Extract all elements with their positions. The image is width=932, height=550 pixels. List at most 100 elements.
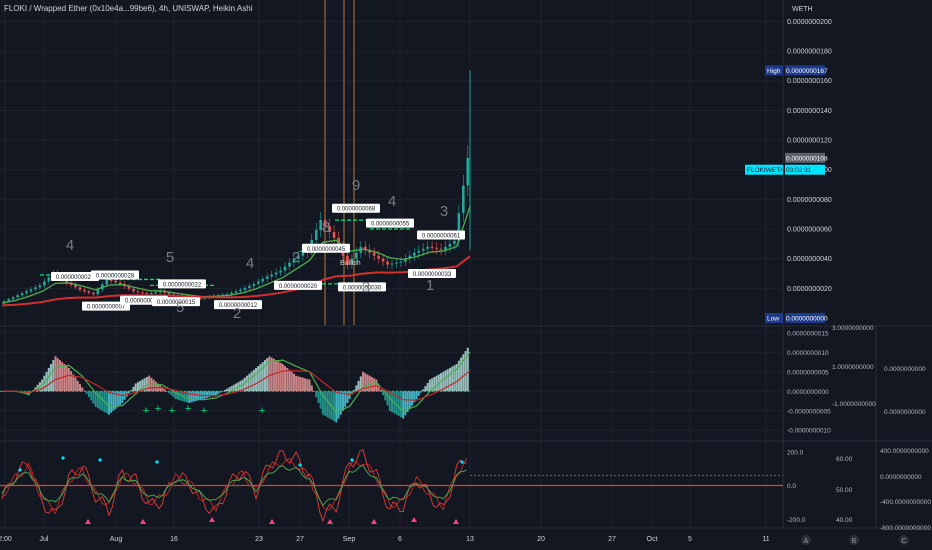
macd-histogram-bar xyxy=(165,391,168,392)
macd-histogram-bar xyxy=(426,382,429,392)
candle-body xyxy=(43,281,46,286)
axis-badge: 0.0000000108 xyxy=(785,152,828,163)
candle-body xyxy=(118,282,122,284)
price-axis-tick: 0.0000000080 xyxy=(787,197,832,204)
macd-histogram-bar xyxy=(85,391,88,394)
osc-cyan-dot xyxy=(98,458,102,462)
candle-body xyxy=(150,293,153,295)
axis-badge: FLOKIWETH 03:02:31 xyxy=(745,164,825,175)
candle-body xyxy=(390,263,394,265)
candle-body xyxy=(421,248,425,251)
candle-body xyxy=(78,287,82,290)
candle-body xyxy=(412,252,416,256)
macd-right-tick: 3.0000000000 xyxy=(832,325,874,332)
candle-body xyxy=(332,231,336,238)
wave-count-label: 4 xyxy=(246,255,254,272)
macd-histogram-bar xyxy=(397,391,400,416)
macd-histogram-bar xyxy=(317,391,320,403)
macd-histogram-bar xyxy=(248,373,251,392)
osc-right-tick: 50.00 xyxy=(836,487,853,494)
axis-badge-label: Low xyxy=(767,316,779,323)
macd-histogram-bar xyxy=(388,391,391,411)
macd-axis-tick: 0.0000000015 xyxy=(787,330,829,337)
wave-count-label: 1 xyxy=(426,277,434,294)
candle-body xyxy=(381,258,385,262)
candle-body xyxy=(270,274,273,277)
osc-cyan-dot xyxy=(155,460,159,464)
macd-histogram-bar xyxy=(92,391,95,404)
macd-cross-marker: + xyxy=(201,405,207,417)
candle-body xyxy=(25,291,28,294)
price-label-text: 0.0000000045 xyxy=(307,247,346,253)
macd-histogram-bar xyxy=(290,371,293,392)
price-label-text: 0.0000000055 xyxy=(371,222,410,228)
candle-body xyxy=(283,266,287,271)
axis-badge-label: FLOKIWETH xyxy=(747,167,785,174)
macd-histogram-bar xyxy=(152,379,155,392)
wave-count-label: 9 xyxy=(352,177,360,194)
macd-histogram-bar xyxy=(355,385,358,392)
macd-axis-tick: 0.0000000010 xyxy=(787,350,829,357)
macd-histogram-bar xyxy=(399,391,402,418)
candle-body xyxy=(256,281,260,284)
candle-body xyxy=(154,292,158,294)
price-label: 0.0000000028 xyxy=(91,270,139,280)
price-label-text: 0.0000000068 xyxy=(337,207,376,213)
macd-histogram-bar xyxy=(306,378,309,392)
macd-histogram-bar xyxy=(433,377,436,392)
candle-body xyxy=(105,279,109,285)
macd-histogram-bar xyxy=(70,371,73,392)
macd-histogram-bar xyxy=(428,379,431,392)
macd-histogram-bar xyxy=(116,391,119,407)
candle-body xyxy=(132,288,135,292)
chart-canvas[interactable]: 0.0000000027 0.00000000280.00000000070.00… xyxy=(0,0,932,550)
wave-count-label: 2 xyxy=(292,249,300,266)
chart-root: 0.0000000027 0.0000000028 0.0000000007 0.00… xyxy=(0,0,932,550)
wave-count-label: 4 xyxy=(388,193,396,210)
macd-histogram-bar xyxy=(417,391,420,396)
candle-body xyxy=(314,230,318,240)
osc-cyan-dot xyxy=(350,458,354,462)
macd-histogram-bar xyxy=(279,362,282,392)
macd-histogram-bar xyxy=(257,365,260,392)
price-label: 0.0000000061 xyxy=(417,230,465,240)
macd-histogram-bar xyxy=(188,391,191,403)
macd-histogram-bar xyxy=(190,391,193,403)
macd-histogram-bar xyxy=(310,385,313,392)
macd-histogram-bar xyxy=(168,391,171,394)
osc-right-tick: 60.00 xyxy=(836,456,853,463)
candle-body xyxy=(243,287,247,290)
time-axis-tick: 2:00 xyxy=(0,536,12,543)
candle-body xyxy=(301,252,305,256)
wave-count-label: 3 xyxy=(440,203,448,220)
macd-histogram-bar xyxy=(132,386,135,392)
macd-histogram-bar xyxy=(154,381,157,392)
macd-histogram-bar xyxy=(422,389,425,392)
macd-histogram-bar xyxy=(333,391,336,422)
macd-cross-marker: + xyxy=(185,403,191,415)
price-label: 0.0000000045 xyxy=(302,243,350,253)
macd-histogram-bar xyxy=(250,371,253,392)
candle-body xyxy=(261,278,265,282)
osc-cyan-dot xyxy=(61,456,65,460)
macd-histogram-bar xyxy=(58,360,61,392)
macd-cross-marker: + xyxy=(259,405,265,417)
macd-histogram-bar xyxy=(219,391,222,393)
candle-body xyxy=(34,287,37,290)
macd-histogram-bar xyxy=(99,391,102,410)
log-scale-label: B xyxy=(852,538,857,545)
candle-body xyxy=(96,289,100,295)
time-axis-tick: 27 xyxy=(296,536,304,543)
macd-histogram-bar xyxy=(353,389,356,392)
osc-axis-tick: 0.0 xyxy=(787,483,796,490)
macd-histogram-bar xyxy=(87,391,90,398)
macd-histogram-bar xyxy=(134,383,137,392)
price-axis-tick: 0.0000000180 xyxy=(787,49,832,56)
macd-histogram-bar xyxy=(368,375,371,392)
macd-histogram-bar xyxy=(72,374,75,392)
price-label: 0.0000000055 xyxy=(366,218,414,228)
macd-histogram-bar xyxy=(119,391,122,405)
macd-histogram-bar xyxy=(65,365,68,392)
macd-histogram-bar xyxy=(373,378,376,392)
candle-body xyxy=(435,247,438,249)
